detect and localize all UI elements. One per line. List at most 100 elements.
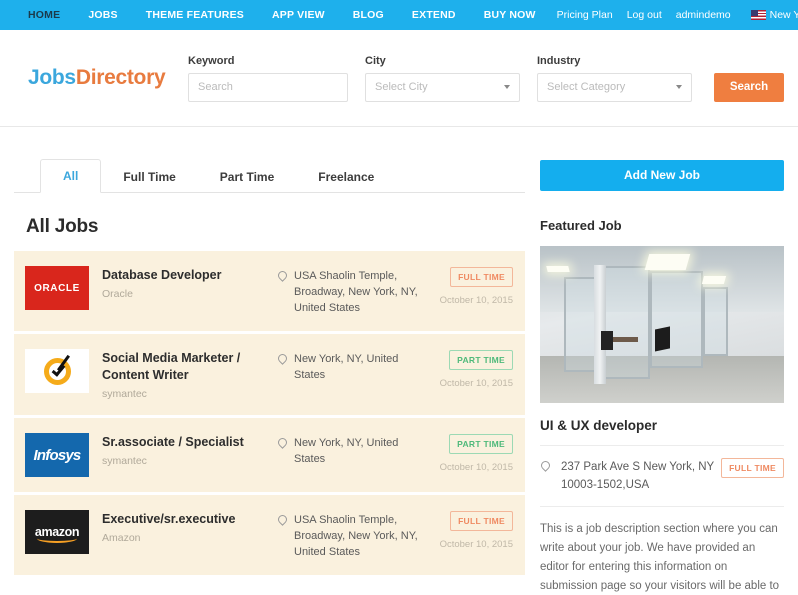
nav-item-pricing-plan[interactable]: Pricing Plan (550, 0, 620, 30)
job-title[interactable]: Database Developer (102, 267, 277, 284)
status-badge: FULL TIME (450, 267, 513, 287)
site-logo[interactable]: JobsDirectory (14, 66, 188, 90)
job-info: Database Developer Oracle (102, 266, 277, 300)
search-input[interactable]: Search (188, 72, 348, 102)
status-badge: FULL TIME (721, 458, 784, 478)
nav-item-home[interactable]: HOME (14, 0, 74, 30)
job-title[interactable]: Sr.associate / Specialist (102, 434, 277, 451)
job-list: ORACLE Database Developer Oracle USA Sha… (14, 251, 525, 578)
job-company: symantec (102, 388, 147, 400)
job-location-text: USA Shaolin Temple, Broadway, New York, … (294, 270, 418, 314)
nav-item-app-view[interactable]: APP VIEW (258, 0, 339, 30)
keyword-placeholder: Search (198, 81, 233, 93)
keyword-label: Keyword (188, 54, 235, 67)
primary-menu: HOME JOBS THEME FEATURES APP VIEW BLOG E… (14, 0, 550, 30)
site-header: JobsDirectory Keyword Search City Select… (0, 30, 798, 127)
job-info: Executive/sr.executive Amazon (102, 510, 277, 544)
amazon-swoosh-icon (37, 534, 77, 543)
featured-job-heading: Featured Job (540, 218, 622, 233)
search-button[interactable]: Search (714, 72, 784, 102)
city-select[interactable]: Select City (365, 72, 520, 102)
job-location: New York, NY, United States (277, 349, 427, 383)
table-row[interactable]: Social Media Marketer / Content Writer s… (14, 334, 525, 418)
infosys-logo: Infosys (25, 433, 89, 477)
logo-text-primary: Jobs (28, 66, 76, 89)
symantec-logo (25, 349, 89, 393)
amazon-logo: amazon (25, 510, 89, 554)
us-flag-icon (750, 10, 766, 20)
industry-select[interactable]: Select Category (537, 72, 692, 102)
job-location-text: New York, NY, United States (294, 437, 399, 465)
city-label: City (365, 54, 386, 67)
tab-part-time[interactable]: Part Time (198, 161, 296, 193)
job-info: Sr.associate / Specialist symantec (102, 433, 277, 467)
job-date: October 10, 2015 (439, 378, 513, 389)
tab-freelance[interactable]: Freelance (296, 161, 396, 193)
oracle-logo: ORACLE (25, 266, 89, 310)
job-info: Social Media Marketer / Content Writer s… (102, 349, 277, 400)
job-location-text: New York, NY, United States (294, 353, 399, 381)
search-form: Keyword Search City Select City Industry… (188, 55, 784, 102)
logo-text-secondary: Directory (75, 66, 166, 89)
nav-item-theme-features[interactable]: THEME FEATURES (132, 0, 258, 30)
status-badge: PART TIME (449, 434, 513, 454)
chevron-down-icon (504, 85, 510, 89)
job-date: October 10, 2015 (439, 295, 513, 306)
chevron-down-icon (676, 85, 682, 89)
job-meta: PART TIME October 10, 2015 (427, 349, 513, 389)
industry-label: Industry (537, 54, 581, 67)
tab-full-time[interactable]: Full Time (101, 161, 197, 193)
page-title: All Jobs (26, 216, 99, 237)
job-date: October 10, 2015 (439, 462, 513, 473)
symantec-check-mark-icon (43, 354, 71, 385)
infosys-logo-text: Infosys (33, 446, 82, 464)
status-badge: FULL TIME (450, 511, 513, 531)
page-content: All Full Time Part Time Freelance All Jo… (0, 127, 798, 595)
map-pin-icon (540, 461, 553, 470)
oracle-logo-text: ORACLE (34, 282, 80, 294)
job-company: Amazon (102, 532, 141, 544)
featured-job-description: This is a job description section where … (540, 523, 780, 592)
nav-item-log-out[interactable]: Log out (620, 0, 669, 30)
table-row[interactable]: Infosys Sr.associate / Specialist symant… (14, 418, 525, 495)
job-location: USA Shaolin Temple, Broadway, New York, … (277, 510, 427, 560)
job-type-tabs: All Full Time Part Time Freelance (14, 159, 525, 193)
job-meta: FULL TIME October 10, 2015 (427, 266, 513, 306)
featured-job-address: 237 Park Ave S New York, NY 10003-1502,U… (561, 461, 714, 491)
job-company: Oracle (102, 288, 133, 300)
nav-item-extend[interactable]: EXTEND (398, 0, 470, 30)
map-pin-icon (277, 515, 290, 524)
industry-placeholder: Select Category (547, 81, 626, 93)
map-pin-icon (277, 438, 290, 447)
keyword-field-group: Keyword Search (188, 55, 348, 102)
job-location-text: USA Shaolin Temple, Broadway, New York, … (294, 514, 418, 558)
location-selector[interactable]: New York (738, 0, 798, 30)
job-date: October 10, 2015 (439, 539, 513, 550)
job-meta: PART TIME October 10, 2015 (427, 433, 513, 473)
job-title[interactable]: Executive/sr.executive (102, 511, 277, 528)
table-row[interactable]: ORACLE Database Developer Oracle USA Sha… (14, 251, 525, 334)
job-company: symantec (102, 455, 147, 467)
secondary-menu: Pricing Plan Log out admindemo New York (550, 0, 798, 30)
city-placeholder: Select City (375, 81, 428, 93)
add-new-job-button[interactable]: Add New Job (540, 160, 784, 191)
table-row[interactable]: amazon Executive/sr.executive Amazon USA… (14, 495, 525, 578)
nav-item-admindemo[interactable]: admindemo (669, 0, 738, 30)
nav-item-jobs[interactable]: JOBS (74, 0, 131, 30)
jobs-column: All Full Time Part Time Freelance All Jo… (14, 159, 525, 595)
featured-job-meta: 237 Park Ave S New York, NY 10003-1502,U… (540, 446, 784, 507)
nav-item-buy-now[interactable]: BUY NOW (470, 0, 550, 30)
industry-field-group: Industry Select Category (537, 55, 692, 102)
job-location: USA Shaolin Temple, Broadway, New York, … (277, 266, 427, 316)
job-meta: FULL TIME October 10, 2015 (427, 510, 513, 550)
top-navigation-bar: HOME JOBS THEME FEATURES APP VIEW BLOG E… (0, 0, 798, 30)
map-pin-icon (277, 271, 290, 280)
featured-job-title[interactable]: UI & UX developer (540, 418, 784, 446)
sidebar: Add New Job Featured Job UI & UX develop… (540, 160, 784, 595)
job-title[interactable]: Social Media Marketer / Content Writer (102, 350, 277, 384)
tab-all[interactable]: All (40, 159, 102, 193)
featured-job-image (540, 246, 784, 403)
nav-item-blog[interactable]: BLOG (339, 0, 398, 30)
city-field-group: City Select City (365, 55, 520, 102)
map-pin-icon (277, 354, 290, 363)
